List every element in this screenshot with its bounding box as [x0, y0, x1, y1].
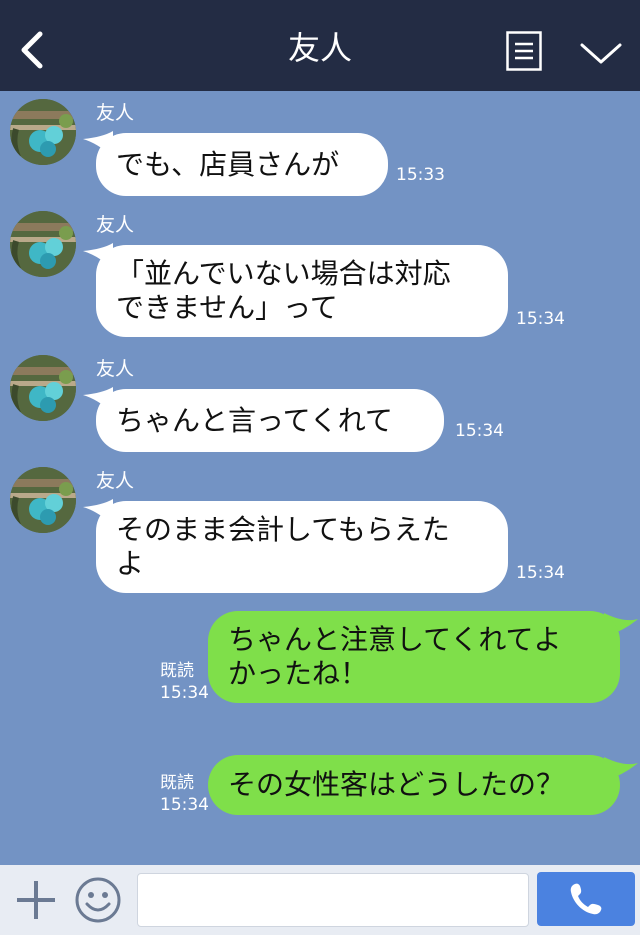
message-received: 友人 でも、店員さんが 15:33	[0, 91, 640, 201]
avatar[interactable]	[10, 211, 76, 277]
chat-header: 友人	[0, 0, 640, 91]
message-time: 15:34	[160, 795, 209, 815]
message-received: 友人 そのまま会計してもらえた よ 15:34	[0, 459, 640, 599]
sender-name: 友人	[96, 358, 135, 380]
message-time: 15:33	[396, 165, 445, 185]
message-time: 15:34	[516, 563, 565, 583]
message-list[interactable]: 友人 でも、店員さんが 15:33 友人 「並んでいない場合は対応 できません」…	[0, 91, 640, 865]
smiley-icon[interactable]	[74, 876, 122, 924]
read-receipt: 既読	[160, 661, 194, 681]
sender-name: 友人	[96, 470, 135, 492]
message-bubble[interactable]: でも、店員さんが	[96, 133, 388, 196]
call-button[interactable]	[537, 872, 635, 926]
message-input[interactable]	[137, 873, 529, 927]
message-received: 友人 「並んでいない場合は対応 できません」って 15:34	[0, 203, 640, 343]
message-received: 友人 ちゃんと言ってくれて 15:34	[0, 347, 640, 457]
chevron-down-icon[interactable]	[578, 38, 624, 68]
avatar[interactable]	[10, 467, 76, 533]
chat-title: 友人	[287, 29, 352, 67]
read-receipt: 既読	[160, 773, 194, 793]
avatar[interactable]	[10, 99, 76, 165]
message-bubble[interactable]: ちゃんと注意してくれてよ かったね！	[208, 611, 620, 703]
phone-icon	[570, 883, 602, 915]
menu-list-icon[interactable]	[506, 31, 542, 71]
message-sent: その女性客はどうしたの？ 既読 15:34	[0, 747, 640, 827]
message-sent: ちゃんと注意してくれてよ かったね！ 既読 15:34	[0, 603, 640, 713]
avatar[interactable]	[10, 355, 76, 421]
message-bubble[interactable]: 「並んでいない場合は対応 できません」って	[96, 245, 508, 337]
message-time: 15:34	[160, 683, 209, 703]
message-bubble[interactable]: その女性客はどうしたの？	[208, 755, 620, 815]
plus-icon[interactable]	[15, 879, 57, 921]
sender-name: 友人	[96, 102, 135, 124]
message-time: 15:34	[516, 309, 565, 329]
message-bubble[interactable]: ちゃんと言ってくれて	[96, 389, 444, 452]
input-bar	[0, 865, 640, 935]
message-time: 15:34	[455, 421, 504, 441]
sender-name: 友人	[96, 214, 135, 236]
message-bubble[interactable]: そのまま会計してもらえた よ	[96, 501, 508, 593]
